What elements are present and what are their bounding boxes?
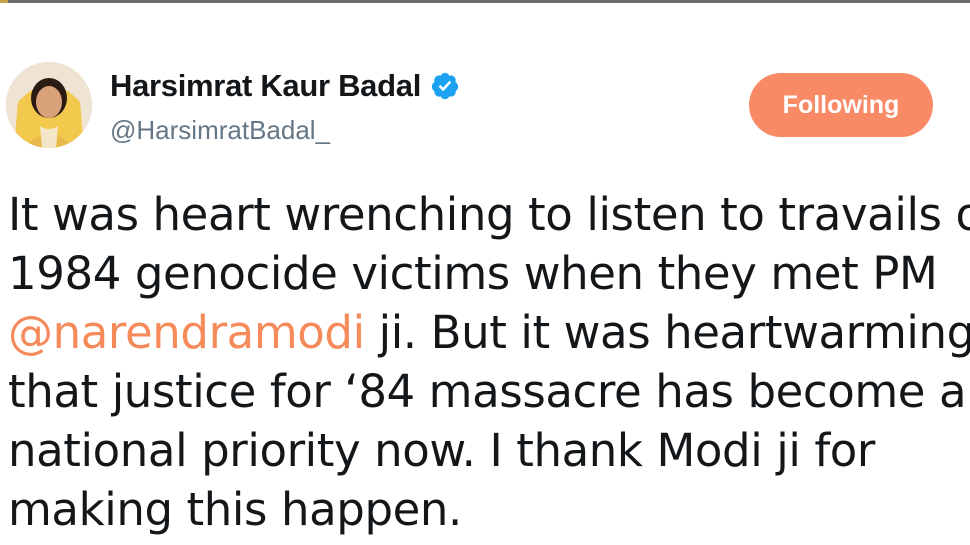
display-name[interactable]: Harsimrat Kaur Badal xyxy=(110,68,421,104)
tweet-card: Harsimrat Kaur Badal @HarsimratBadal_ Fo… xyxy=(0,0,970,545)
tweet-text-line: @narendramodi ji. But it was heartwarmin… xyxy=(8,303,970,362)
tweet-text-line: national priority now. I thank Modi ji f… xyxy=(8,424,876,477)
avatar[interactable] xyxy=(6,62,92,148)
tweet-text-line: 1984 genocide victims when they met PM xyxy=(8,247,938,300)
author-handle[interactable]: @HarsimratBadal_ xyxy=(110,115,330,146)
avatar-image xyxy=(6,62,92,148)
tweet-text-line: that justice for ‘84 massacre has become… xyxy=(8,365,967,418)
mention-link[interactable]: @narendramodi xyxy=(8,306,365,359)
tweet-text-fragment: ji. But it was heartwarming xyxy=(364,306,970,359)
tweet-text: It was heart wrenching to listen to trav… xyxy=(8,185,970,539)
tweet-text-line: making this happen. xyxy=(8,483,462,536)
tweet-text-line: It was heart wrenching to listen to trav… xyxy=(8,188,970,241)
verified-badge-icon xyxy=(430,71,460,101)
author-name-row: Harsimrat Kaur Badal xyxy=(110,68,460,104)
following-button[interactable]: Following xyxy=(749,73,933,137)
